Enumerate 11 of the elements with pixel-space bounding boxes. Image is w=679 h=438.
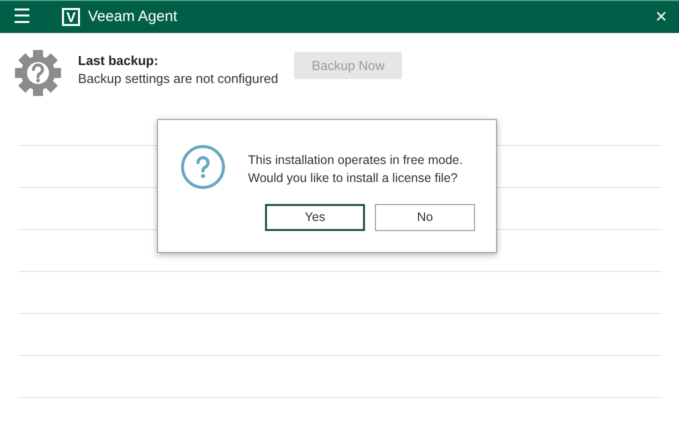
dialog-message: This installation operates in free mode. Would you like to install a license file? <box>248 152 463 187</box>
status-heading: Last backup: <box>78 52 160 70</box>
gear-question-icon <box>13 48 63 98</box>
menu-button[interactable]: ☰ <box>10 7 34 27</box>
status-detail: Backup settings are not configured <box>78 70 278 88</box>
dialog-button[interactable]: Yes <box>265 204 365 231</box>
dialog-button[interactable]: No <box>375 204 475 231</box>
window-title: Veeam Agent <box>88 6 178 27</box>
logo: V <box>62 8 80 26</box>
close-button[interactable]: × <box>655 7 667 27</box>
question-icon <box>180 144 226 190</box>
